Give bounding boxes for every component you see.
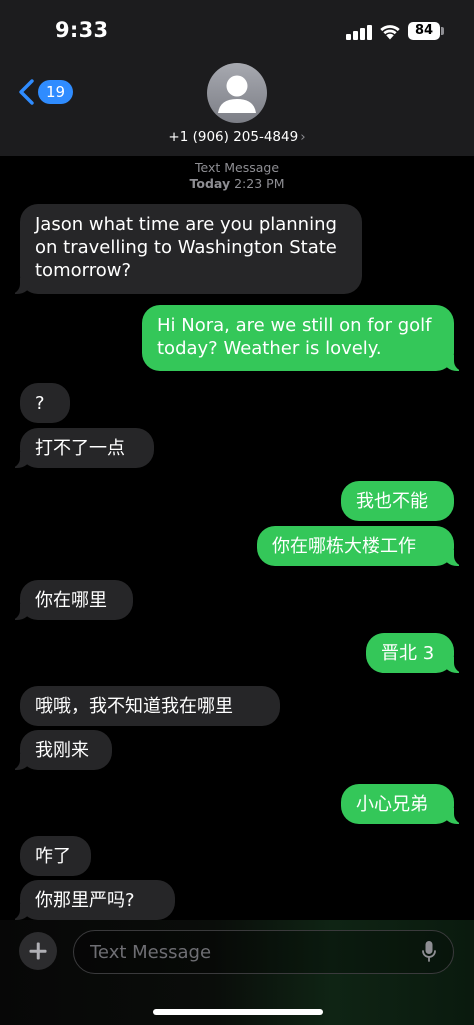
message-text: 我也不能: [356, 490, 428, 512]
message-text: 咋了: [35, 845, 71, 867]
thread-timestamp: Today 2:23 PM: [0, 176, 474, 191]
contact-details-link[interactable]: +1 (906) 205-4849 ›: [150, 129, 324, 145]
message-text: Jason what time are you planning on trav…: [35, 214, 337, 281]
message-text: 你在哪里: [35, 589, 107, 611]
message-text: 打不了一点: [35, 437, 125, 459]
message-text: 你在哪栋大楼工作: [272, 535, 416, 557]
service-label: Text Message: [194, 160, 280, 175]
unread-count-badge: 19: [38, 80, 74, 104]
person-icon: [218, 75, 256, 113]
timestamp-day: Today: [189, 176, 231, 191]
message-incoming[interactable]: 打不了一点: [10, 428, 154, 468]
cellular-signal-icon: [346, 24, 372, 40]
microphone-icon[interactable]: [421, 940, 437, 964]
message-incoming[interactable]: 你那里严吗?: [10, 880, 175, 920]
chevron-right-icon: ›: [300, 129, 306, 145]
contact-avatar[interactable]: [207, 63, 267, 123]
status-time: 9:33: [55, 18, 109, 42]
message-text: ?: [35, 392, 45, 414]
message-text: Hi Nora, are we still on for golf today?…: [157, 315, 432, 359]
battery-indicator: 84: [408, 22, 440, 40]
status-bar: 9:33 84: [0, 0, 474, 60]
back-button[interactable]: 19: [18, 76, 74, 108]
conversation-header: 9:33 84 19 +1 (906) 205-4849 ›: [0, 0, 474, 156]
message-outgoing[interactable]: 你在哪栋大楼工作: [257, 526, 464, 566]
message-outgoing[interactable]: 我也不能: [341, 481, 454, 521]
timestamp-time: 2:23 PM: [234, 176, 285, 191]
message-incoming[interactable]: 咋了: [20, 836, 91, 876]
home-indicator[interactable]: [153, 1009, 323, 1015]
message-text: 我刚来: [35, 739, 89, 761]
message-incoming[interactable]: 你在哪里: [10, 580, 133, 620]
message-incoming[interactable]: Jason what time are you planning on trav…: [10, 204, 362, 294]
message-outgoing[interactable]: Hi Nora, are we still on for golf today?…: [142, 305, 464, 371]
message-incoming[interactable]: 哦哦，我不知道我在哪里: [20, 686, 280, 726]
message-outgoing[interactable]: 小心兄弟: [341, 784, 464, 824]
contact-number: +1 (906) 205-4849: [168, 129, 299, 145]
message-text: 小心兄弟: [356, 793, 428, 815]
message-input[interactable]: [73, 930, 454, 974]
wifi-icon: [380, 25, 400, 40]
plus-icon[interactable]: [19, 932, 57, 970]
message-text: 你那里严吗?: [35, 889, 135, 911]
message-text: 哦哦，我不知道我在哪里: [35, 695, 233, 717]
message-text: 晋北 3: [381, 642, 435, 664]
chevron-left-icon: [19, 79, 34, 105]
message-incoming[interactable]: ?: [20, 383, 70, 423]
battery-tip: [441, 27, 444, 35]
message-outgoing[interactable]: 晋北 3: [366, 633, 464, 673]
message-incoming[interactable]: 我刚来: [10, 730, 112, 770]
